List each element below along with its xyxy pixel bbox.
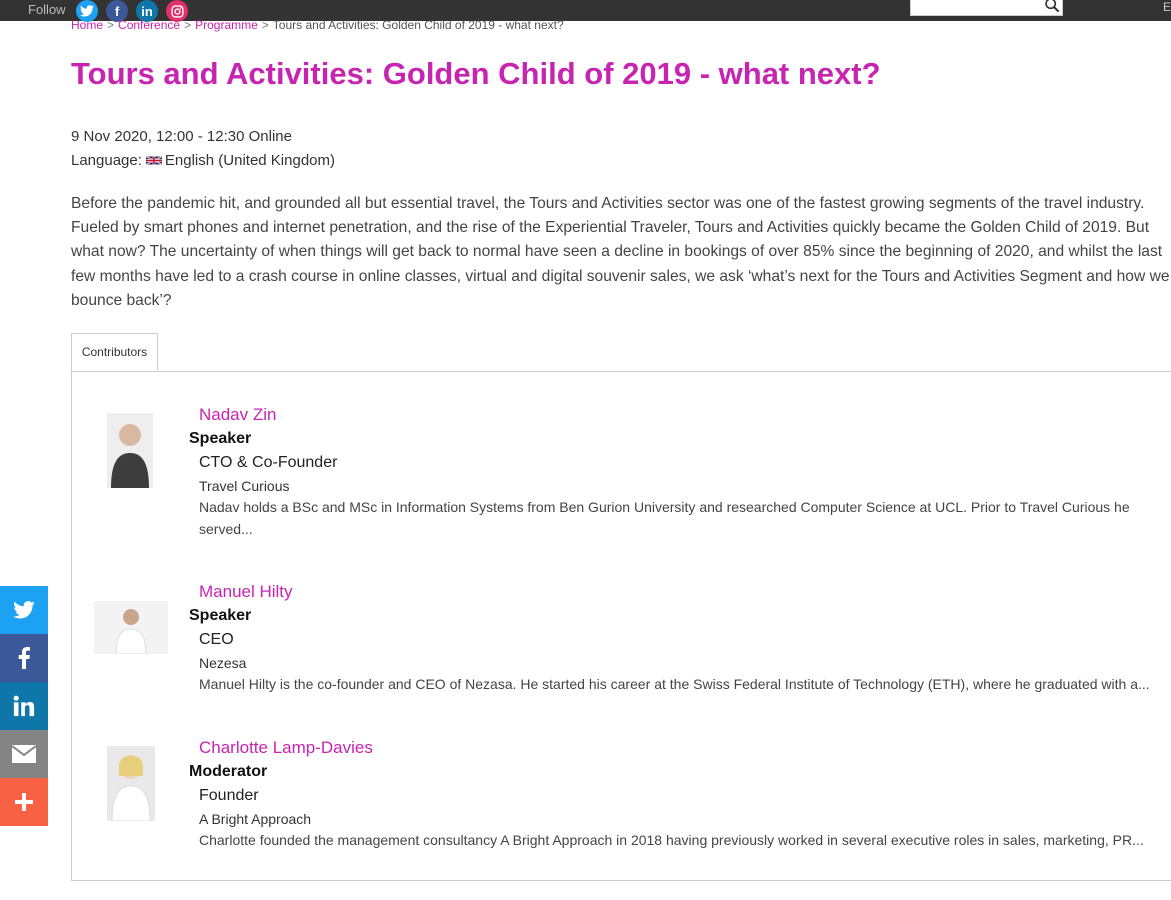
contributor-job-title: CTO & Co-Founder [199, 454, 338, 471]
contributor-photo[interactable] [107, 413, 153, 488]
contributors-panel: Nadav Zin Speaker CTO & Co-Founder Trave… [71, 371, 1171, 881]
tab-contributors[interactable]: Contributors [71, 333, 158, 371]
search-input[interactable] [910, 0, 1063, 16]
breadcrumb-programme[interactable]: Programme [195, 18, 258, 32]
breadcrumb-home[interactable]: Home [71, 18, 103, 32]
contributor-name[interactable]: Manuel Hilty [199, 582, 293, 602]
contributor-name[interactable]: Nadav Zin [199, 405, 276, 425]
language-label: Language: [71, 152, 142, 169]
email-icon [12, 745, 36, 763]
follow-label: Follow [28, 2, 66, 17]
twitter-icon [13, 601, 35, 619]
breadcrumb: Home > Conference > Programme > Tours and Acti… [71, 18, 564, 32]
session-datetime: 9 Nov 2020, 12:00 - 12:30 Online [71, 128, 292, 145]
contributor-role: Speaker [189, 607, 252, 624]
contributor-bio: Manuel Hilty is the co-founder and CEO o… [199, 676, 1150, 692]
session-language: Language: English (United Kingdom) [71, 149, 335, 173]
session-description: Before the pandemic hit, and grounded al… [71, 195, 1170, 309]
contributor-bio: Nadav holds a BSc and MSc in Information… [199, 499, 1130, 537]
contributor-job-title: CEO [199, 631, 234, 648]
share-linkedin-button[interactable] [0, 682, 48, 730]
page-title: Tours and Activities: Golden Child of 20… [71, 56, 881, 91]
share-more-button[interactable] [0, 778, 48, 826]
contributor-name[interactable]: Charlotte Lamp-Davies [199, 738, 373, 758]
session-meta: 9 Nov 2020, 12:00 - 12:30 Online Languag… [71, 125, 335, 173]
breadcrumb-current: Tours and Activities: Golden Child of 20… [272, 18, 564, 32]
contributor-photo[interactable] [107, 746, 155, 821]
contributor-role: Moderator [189, 763, 268, 780]
share-facebook-button[interactable] [0, 634, 48, 682]
contributor-organisation: Travel Curious [199, 478, 290, 494]
uk-flag-icon [145, 155, 162, 166]
topbar-edge-text[interactable]: E [1163, 0, 1171, 14]
contributor-photo[interactable] [94, 601, 168, 654]
share-twitter-button[interactable] [0, 586, 48, 634]
linkedin-icon [13, 695, 35, 717]
plus-icon [15, 793, 33, 811]
language-value: English (United Kingdom) [164, 152, 335, 169]
contributor-role: Speaker [189, 430, 252, 447]
contributor-organisation: Nezesa [199, 655, 247, 671]
contributor-job-title: Founder [199, 787, 259, 804]
breadcrumb-conference[interactable]: Conference [118, 18, 180, 32]
contributor-organisation: A Bright Approach [199, 811, 312, 827]
search-icon[interactable] [1044, 0, 1060, 13]
facebook-icon [18, 647, 30, 669]
contributor-bio: Charlotte founded the management consult… [199, 832, 1144, 848]
share-email-button[interactable] [0, 730, 48, 778]
